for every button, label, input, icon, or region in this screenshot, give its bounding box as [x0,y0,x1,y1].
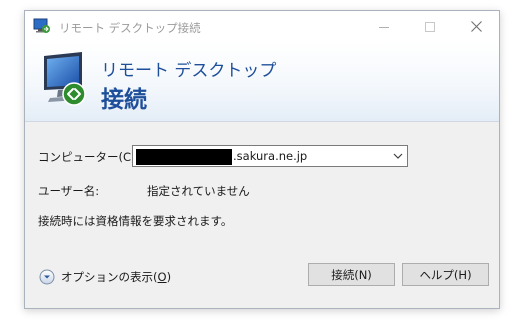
computer-label: コンピューター(C): [38,150,140,164]
chevron-down-icon[interactable] [393,152,403,160]
maximize-icon [425,21,435,32]
window-title: リモート デスクトップ接続 [59,21,201,35]
computer-value: .sakura.ne.jp [233,149,308,163]
close-button[interactable] [453,11,499,42]
credentials-info-text: 接続時には資格情報を要求されます。 [38,214,233,228]
expand-circle-icon [39,269,55,285]
header-title-line1: リモート デスクトップ [101,61,277,81]
redacted-hostname [136,149,232,165]
computer-combobox[interactable]: .sakura.ne.jp [132,145,408,167]
remote-desktop-monitor-icon [44,52,86,106]
minimize-button[interactable] [361,11,407,42]
options-label-text: オプションの表示( [61,270,158,284]
show-options-toggle[interactable]: オプションの表示(O) [39,267,171,287]
remote-desktop-icon [33,18,50,33]
remote-desktop-window: リモート デスクトップ接続 リモート デスクトップ 接続 コンピューター(C):… [24,10,500,309]
header-title-line2: 接続 [101,87,147,113]
options-label-suffix: ) [166,270,172,284]
minimize-icon [379,26,389,28]
title-bar[interactable]: リモート デスクトップ接続 [25,11,499,42]
help-button[interactable]: ヘルプ(H) [402,263,489,286]
show-options-label: オプションの表示(O) [61,269,171,285]
options-access-key: O [157,270,167,284]
user-value: 指定されていません [147,184,250,198]
user-label: ユーザー名: [38,184,100,198]
maximize-button[interactable] [407,11,453,42]
connect-button[interactable]: 接続(N) [308,263,395,286]
header-banner: リモート デスクトップ 接続 [25,42,499,122]
close-icon [470,21,482,32]
